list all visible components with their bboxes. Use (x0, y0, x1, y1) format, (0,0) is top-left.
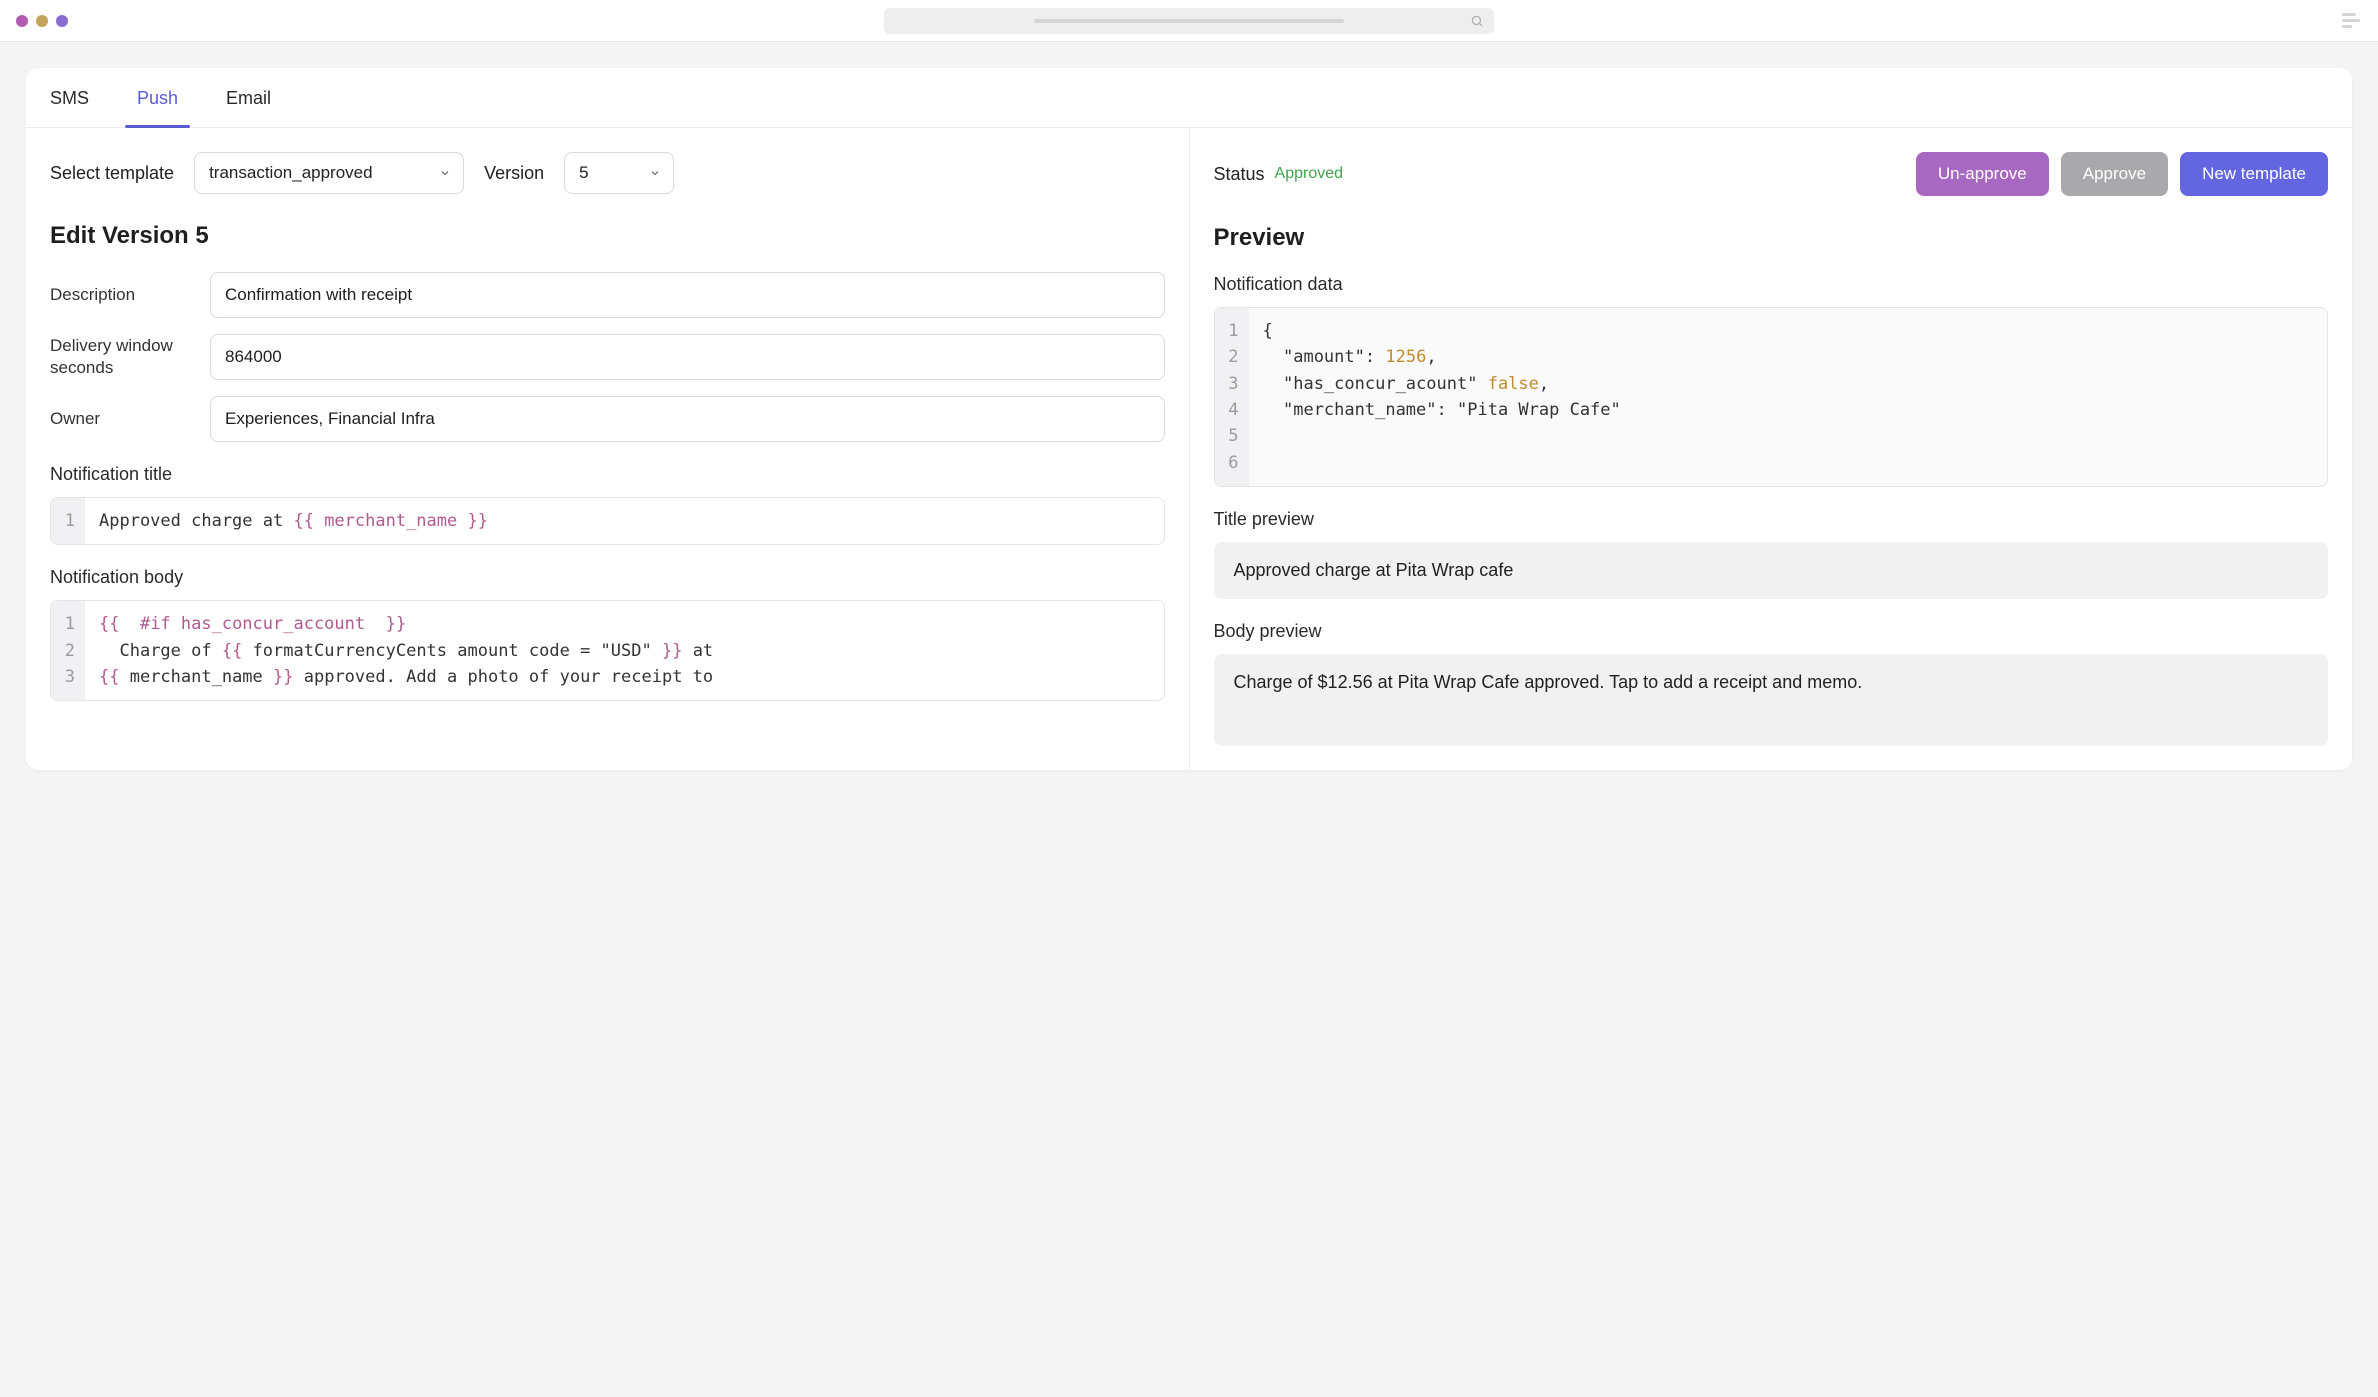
json-key: "has_concur_acount" (1283, 374, 1477, 394)
code-content: Approved charge at {{ merchant_name }} (85, 498, 1164, 544)
owner-row: Owner (50, 396, 1165, 442)
body-preview-label: Body preview (1214, 621, 2329, 642)
tab-email[interactable]: Email (226, 88, 271, 127)
code-text: Charge of (99, 641, 222, 661)
version-select[interactable]: 5 (564, 152, 674, 194)
select-template-label: Select template (50, 163, 174, 184)
search-icon (1470, 14, 1484, 28)
window-minimize-dot[interactable] (36, 15, 48, 27)
json-punc: : (1365, 347, 1385, 367)
owner-input[interactable] (210, 396, 1165, 442)
json-key: "amount" (1283, 347, 1365, 367)
window-close-dot[interactable] (16, 15, 28, 27)
code-gutter: 123456 (1215, 308, 1249, 486)
code-text: approved. Add a photo of your receipt to (294, 667, 714, 687)
tpl-cmd: #if has_concur_account (140, 614, 365, 634)
tpl-open: {{ (99, 614, 140, 634)
notification-title-label: Notification title (50, 464, 1165, 485)
tab-push[interactable]: Push (137, 88, 178, 127)
code-text: at (682, 641, 713, 661)
preview-pane: Status Approved Un-approve Approve New t… (1190, 128, 2353, 770)
notification-body-label: Notification body (50, 567, 1165, 588)
window-zoom-dot[interactable] (56, 15, 68, 27)
status-value: Approved (1275, 165, 1344, 183)
unapprove-button[interactable]: Un-approve (1916, 152, 2049, 196)
template-select[interactable]: transaction_approved (194, 152, 464, 194)
json-key: "merchant_name" (1283, 400, 1437, 420)
preview-heading: Preview (1214, 224, 2329, 252)
owner-label: Owner (50, 408, 190, 430)
version-select-value: 5 (579, 163, 588, 183)
status-label: Status (1214, 164, 1265, 185)
title-preview-label: Title preview (1214, 509, 2329, 530)
json-number: 1256 (1385, 347, 1426, 367)
tpl-open: {{ (222, 641, 253, 661)
traffic-lights (16, 15, 68, 27)
json-space (1477, 374, 1487, 394)
template-open: {{ (293, 511, 324, 531)
template-select-row: Select template transaction_approved Ver… (50, 152, 1165, 194)
template-close: }} (457, 511, 488, 531)
notification-data-label: Notification data (1214, 274, 2329, 295)
template-var: merchant_name (324, 511, 457, 531)
editor-pane: Select template transaction_approved Ver… (26, 128, 1190, 770)
tpl-expr: formatCurrencyCents amount code = "USD" (253, 641, 652, 661)
tpl-open: {{ (99, 667, 130, 687)
address-placeholder-line (1034, 19, 1344, 23)
delivery-window-input[interactable] (210, 334, 1165, 380)
description-row: Description (50, 272, 1165, 318)
json-string: "Pita Wrap Cafe" (1457, 400, 1621, 420)
tpl-close: }} (263, 667, 294, 687)
title-preview-text: Approved charge at Pita Wrap cafe (1234, 560, 1514, 580)
approve-button[interactable]: Approve (2061, 152, 2168, 196)
json-punc: , (1539, 374, 1549, 394)
delivery-window-row: Delivery window seconds (50, 334, 1165, 380)
json-punc: , (1426, 347, 1436, 367)
template-editor-card: SMS Push Email Select template transacti… (26, 68, 2352, 770)
chevron-down-icon (649, 167, 661, 179)
tpl-close: }} (365, 614, 406, 634)
menu-icon[interactable] (2342, 13, 2360, 28)
edit-heading: Edit Version 5 (50, 222, 1165, 250)
notification-title-editor[interactable]: 1 Approved charge at {{ merchant_name }} (50, 497, 1165, 545)
body-preview-text: Charge of $12.56 at Pita Wrap Cafe appro… (1234, 672, 1863, 692)
tab-sms[interactable]: SMS (50, 88, 89, 127)
description-input[interactable] (210, 272, 1165, 318)
delivery-window-label: Delivery window seconds (50, 335, 190, 379)
code-text: Approved charge at (99, 511, 293, 531)
tpl-var: merchant_name (130, 667, 263, 687)
code-gutter: 123 (51, 601, 85, 700)
channel-tabs: SMS Push Email (26, 68, 2352, 128)
json-bool: false (1488, 374, 1539, 394)
title-preview-box: Approved charge at Pita Wrap cafe (1214, 542, 2329, 599)
new-template-button[interactable]: New template (2180, 152, 2328, 196)
notification-body-editor[interactable]: 123 {{ #if has_concur_account }} Charge … (50, 600, 1165, 701)
window-chrome (0, 0, 2378, 42)
code-content: {{ #if has_concur_account }} Charge of {… (85, 601, 1164, 700)
tpl-close: }} (652, 641, 683, 661)
code-gutter: 1 (51, 498, 85, 544)
template-select-value: transaction_approved (209, 163, 373, 183)
json-punc: : (1437, 400, 1457, 420)
description-label: Description (50, 284, 190, 306)
address-bar[interactable] (884, 8, 1494, 34)
code-content: { "amount": 1256, "has_concur_acount" fa… (1249, 308, 2328, 486)
json-brace: { (1263, 321, 1273, 341)
body-preview-box: Charge of $12.56 at Pita Wrap Cafe appro… (1214, 654, 2329, 746)
version-label: Version (484, 163, 544, 184)
chevron-down-icon (439, 167, 451, 179)
notification-data-viewer[interactable]: 123456 { "amount": 1256, "has_concur_aco… (1214, 307, 2329, 487)
status-actions-row: Status Approved Un-approve Approve New t… (1214, 152, 2329, 196)
address-bar-wrap (884, 8, 1494, 34)
